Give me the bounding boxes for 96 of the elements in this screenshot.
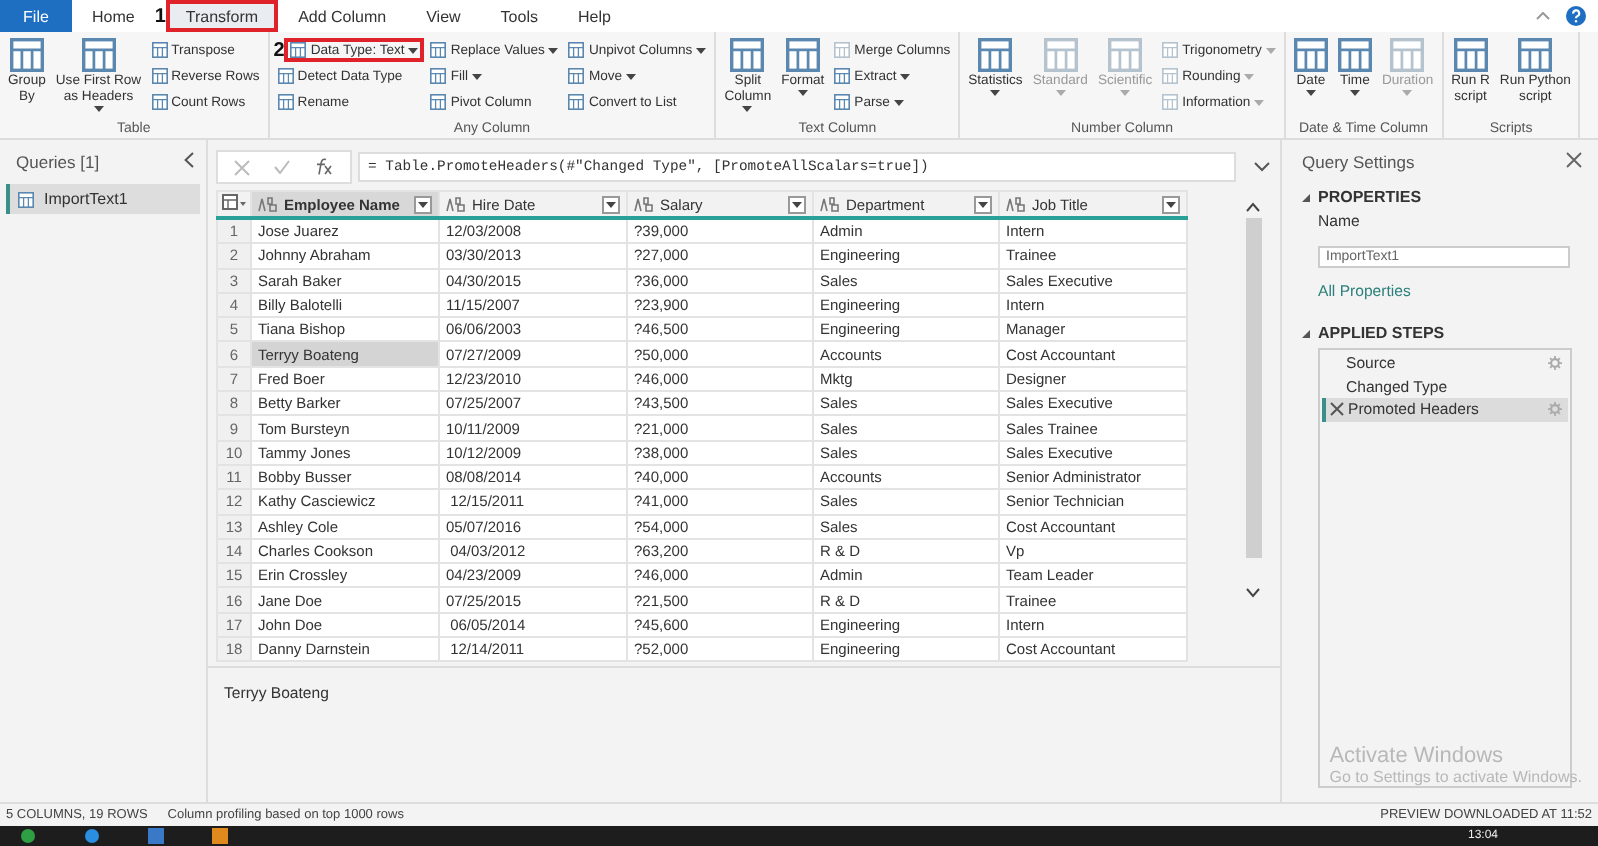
section-heading: PROPERTIES <box>1318 188 1422 206</box>
grid-icon <box>568 68 585 84</box>
grid-icon <box>1108 38 1143 72</box>
grid-icon <box>430 42 447 58</box>
grid-icon <box>978 38 1013 72</box>
close-icon[interactable] <box>1566 152 1582 168</box>
help-icon[interactable] <box>1566 6 1586 26</box>
grid-icon <box>1337 38 1372 72</box>
expanded-icon[interactable] <box>1302 329 1310 337</box>
table-menu-icon[interactable] <box>222 194 246 210</box>
grid-icon <box>834 42 851 58</box>
menu-tab[interactable]: Help <box>557 0 631 32</box>
menu-tab[interactable]: Transform <box>165 0 279 32</box>
taskbar-icon[interactable] <box>20 828 36 844</box>
caret-icon <box>1244 73 1255 79</box>
caret-icon <box>1349 90 1360 96</box>
caret-icon <box>626 73 637 79</box>
grid-icon <box>430 68 447 84</box>
caret-icon <box>742 106 753 112</box>
caret-icon <box>1305 90 1316 96</box>
caret-icon <box>606 201 616 207</box>
grid-icon <box>568 42 585 58</box>
grid-icon <box>1043 38 1078 72</box>
caret-icon <box>990 90 1001 96</box>
annotation-number: 2 <box>273 39 285 61</box>
annotation-number: 1 <box>154 5 166 27</box>
query-item[interactable]: ImportText1 <box>6 184 200 214</box>
type-icon <box>258 196 278 212</box>
caret-icon <box>1166 201 1176 207</box>
caret-icon <box>797 90 808 96</box>
panel-title: Query Settings <box>1302 152 1415 172</box>
activation-title: Activate Windows <box>1329 744 1506 768</box>
grid-icon <box>277 68 294 84</box>
section-heading: APPLIED STEPS <box>1318 324 1445 342</box>
grid-icon <box>277 94 294 110</box>
caret-icon <box>1254 99 1265 105</box>
caret-icon <box>978 201 988 207</box>
grid-icon <box>81 38 116 72</box>
taskbar-icon[interactable] <box>84 828 100 844</box>
collapse-icon[interactable] <box>1536 12 1550 20</box>
filter-button[interactable] <box>602 195 620 213</box>
type-icon <box>1006 196 1026 212</box>
activation-text: Go to Settings to activate Windows. <box>1329 768 1582 786</box>
grid-icon <box>834 94 851 110</box>
delete-icon[interactable] <box>1330 402 1344 417</box>
grid-icon <box>430 94 447 110</box>
grid-icon <box>290 42 307 58</box>
caret-icon <box>1265 47 1276 53</box>
grid-icon <box>1162 68 1179 84</box>
grid-icon <box>730 38 765 72</box>
grid-icon <box>1162 42 1179 58</box>
scroll-up-icon[interactable] <box>1246 202 1260 212</box>
grid-icon <box>18 191 34 207</box>
caret-icon <box>1402 90 1413 96</box>
caret-icon <box>696 47 707 53</box>
collapse-icon[interactable] <box>184 152 194 168</box>
menu-tab[interactable]: Home <box>72 0 155 32</box>
grid-icon <box>568 94 585 110</box>
caret-icon <box>900 73 911 79</box>
queries-title: Queries [1] <box>16 152 100 172</box>
menu-tab[interactable]: Tools <box>480 0 558 32</box>
caret-icon <box>1120 90 1131 96</box>
grid-icon <box>151 42 168 58</box>
filter-button[interactable] <box>788 195 806 213</box>
grid-icon <box>1518 38 1553 72</box>
check-icon[interactable] <box>274 160 290 174</box>
grid-icon <box>1293 38 1328 72</box>
menu-tab[interactable]: View <box>406 0 481 32</box>
caret-icon <box>93 106 104 112</box>
grid-icon <box>1162 94 1179 110</box>
caret-icon <box>792 201 802 207</box>
grid-icon <box>151 94 168 110</box>
expand-icon[interactable] <box>1254 162 1270 172</box>
caret-icon <box>408 47 419 53</box>
scroll-down-icon[interactable] <box>1246 588 1260 598</box>
function-icon[interactable] <box>314 158 334 176</box>
caret-icon <box>893 99 904 105</box>
type-icon <box>820 196 840 212</box>
filter-button[interactable] <box>974 195 992 213</box>
grid-icon <box>151 68 168 84</box>
caret-icon <box>472 73 483 79</box>
grid-icon <box>785 38 820 72</box>
grid-icon <box>1390 38 1425 72</box>
filter-button[interactable] <box>414 195 432 213</box>
menu-tab[interactable]: Add Column <box>278 0 407 32</box>
type-icon <box>634 196 654 212</box>
type-icon <box>446 196 466 212</box>
grid-icon <box>834 68 851 84</box>
caret-icon <box>548 47 559 53</box>
grid-icon <box>9 38 44 72</box>
menu-tab[interactable]: File <box>0 0 72 32</box>
filter-button[interactable] <box>1162 195 1180 213</box>
expanded-icon[interactable] <box>1302 193 1310 201</box>
grid-icon <box>1453 38 1488 72</box>
caret-icon <box>1055 90 1066 96</box>
caret-icon <box>418 201 428 207</box>
